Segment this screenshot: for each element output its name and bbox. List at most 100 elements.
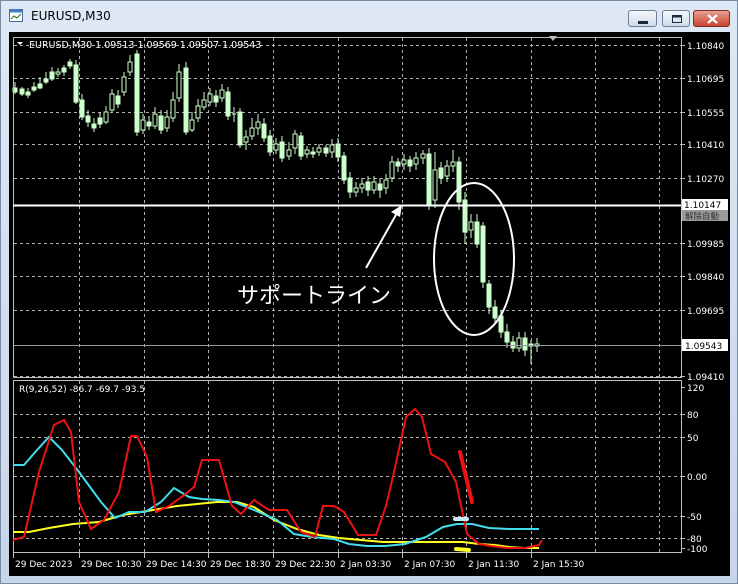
- candle-body: [522, 337, 528, 351]
- candle-body: [43, 78, 49, 83]
- time-axis-label: 2 Jan 11:30: [468, 560, 520, 570]
- candle-body: [176, 71, 182, 99]
- candle-body: [492, 306, 498, 319]
- support-line-annotation-text: サポートライン: [237, 284, 391, 309]
- candle-body: [383, 179, 389, 189]
- time-axis-label: 2 Jan 03:30: [340, 560, 392, 570]
- bid-price-label: 1.09543: [685, 342, 722, 352]
- candle-body: [401, 159, 407, 165]
- time-axis-label: 2 Jan 07:30: [404, 560, 456, 570]
- window-title: EURUSD,M30: [31, 9, 111, 23]
- price-axis-label: 1.09985: [687, 240, 724, 250]
- candle-body: [207, 93, 213, 103]
- arrow-annotation[interactable]: [365, 205, 402, 269]
- indicator-scale-label: 50: [687, 434, 699, 444]
- candle-body: [255, 121, 261, 129]
- candle-body: [444, 165, 450, 177]
- candle-body: [219, 89, 225, 99]
- support-line-price-tag: 1.10147 解除自動: [682, 199, 728, 222]
- candle-body: [286, 149, 292, 157]
- candlestick-series: [12, 50, 540, 364]
- candle-body: [426, 153, 432, 205]
- candle-body: [389, 161, 395, 179]
- candle-body: [456, 161, 462, 203]
- candle-body: [323, 147, 329, 154]
- candle-body: [183, 67, 189, 133]
- candle-body: [127, 61, 133, 73]
- price-axis-label: 1.10555: [687, 109, 724, 119]
- candle-body: [109, 93, 115, 111]
- candle-body: [140, 119, 146, 131]
- dropdown-arrow-icon[interactable]: [17, 42, 23, 45]
- restore-icon: [672, 15, 682, 23]
- price-axis-label: 1.10840: [687, 42, 724, 52]
- candle-body: [267, 135, 273, 153]
- maximize-button[interactable]: [662, 10, 690, 27]
- candle-body: [292, 133, 298, 149]
- price-axis-label: 1.10410: [687, 141, 724, 151]
- candle-body: [158, 115, 164, 131]
- close-icon: [707, 14, 718, 24]
- candle-body: [420, 153, 426, 159]
- candle-body: [279, 141, 285, 159]
- candle-body: [225, 91, 231, 117]
- support-line-price-label: 1.10147: [684, 201, 721, 211]
- candle-body: [353, 187, 359, 193]
- candle-body: [438, 167, 444, 179]
- candle-body: [329, 144, 335, 153]
- candle-body: [310, 151, 316, 155]
- candle-body: [273, 143, 279, 151]
- candle-body: [304, 149, 310, 155]
- time-axis-label: 29 Dec 10:30: [81, 560, 142, 570]
- time-axis-label: 29 Dec 22:30: [275, 560, 336, 570]
- candle-body: [146, 121, 152, 127]
- minimize-icon: [638, 21, 648, 24]
- candle-body: [91, 123, 97, 129]
- candle-body: [79, 99, 85, 118]
- time-axis-label: 2 Jan 15:30: [533, 560, 585, 570]
- chart-window-icon: [9, 9, 23, 22]
- chart-client-area[interactable]: EURUSD,M30 1.09513 1.09569 1.09507 1.095…: [9, 32, 730, 576]
- candle-body: [37, 83, 43, 89]
- candle-body: [486, 283, 492, 308]
- chart-shift-marker-icon[interactable]: [549, 36, 557, 41]
- candle-body: [213, 95, 219, 103]
- main-panel-frame: [13, 37, 682, 378]
- candle-body: [377, 183, 383, 191]
- time-axis: 29 Dec 2023 29 Dec 10:30 29 Dec 14:30 29 De…: [13, 553, 585, 570]
- indicator-scale-label: 120: [687, 384, 704, 394]
- candle-body: [341, 155, 347, 181]
- close-button[interactable]: [693, 10, 730, 27]
- indicator-header: R(9,26,52) -86.7 -69.7 -93.5: [19, 385, 145, 395]
- candle-body: [413, 157, 419, 165]
- candle-body: [55, 71, 61, 75]
- candle-body: [170, 99, 176, 119]
- candle-body: [395, 161, 401, 167]
- candle-body: [189, 119, 195, 131]
- price-axis-label: 1.10270: [687, 175, 724, 185]
- candle-body: [164, 116, 170, 129]
- candle-body: [407, 159, 413, 167]
- price-axis-label: 1.09695: [687, 307, 724, 317]
- candle-body: [516, 337, 522, 349]
- chart-canvas[interactable]: EURUSD,M30 1.09513 1.09569 1.09507 1.095…: [9, 32, 730, 576]
- support-line-sub-label: 解除自動: [685, 211, 719, 222]
- candle-body: [201, 99, 207, 108]
- candle-body: [134, 53, 140, 133]
- time-axis-label: 29 Dec 14:30: [146, 560, 207, 570]
- terminal-window: EURUSD,M30 EURUSD,M30 1.09513 1.09569 1.…: [0, 0, 738, 584]
- candle-body: [432, 169, 438, 201]
- indicator-panel-frame: [13, 380, 682, 553]
- indicator-scale-label: 80: [687, 411, 699, 421]
- yellow-mark-annotation[interactable]: [454, 547, 471, 552]
- candle-body: [19, 88, 25, 95]
- bid-price-tag: 1.09543: [682, 339, 728, 352]
- indicator-scale-label: -50: [687, 513, 702, 523]
- candle-body: [316, 147, 322, 153]
- candle-body: [359, 183, 365, 189]
- indicator-scale-label: -100: [687, 545, 708, 555]
- candle-body: [31, 86, 37, 91]
- minimize-button[interactable]: [628, 10, 657, 27]
- candle-body: [73, 64, 79, 103]
- title-bar[interactable]: EURUSD,M30: [1, 1, 737, 31]
